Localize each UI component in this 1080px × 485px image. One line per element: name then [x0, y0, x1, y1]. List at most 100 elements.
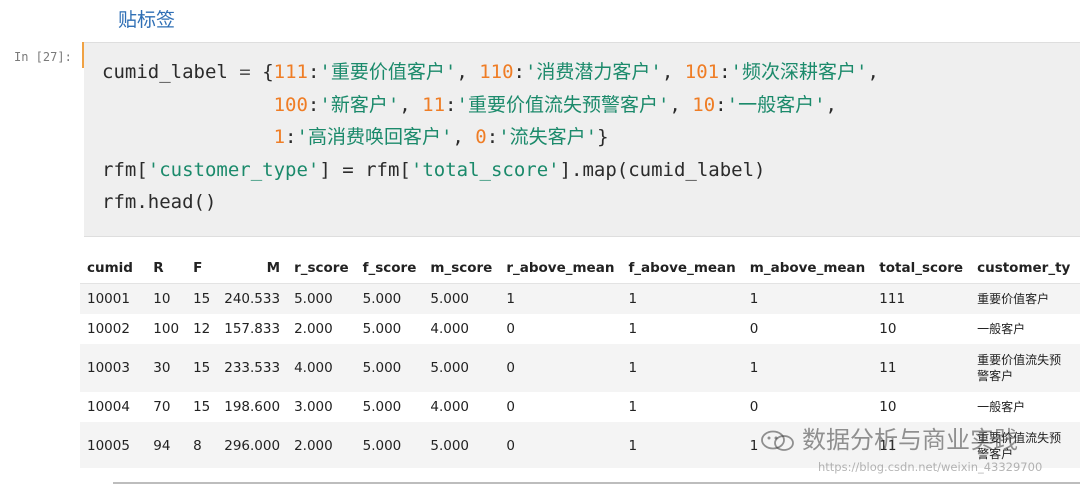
table-cell: 3.000 [294, 399, 333, 415]
table-cell: 10005 [80, 422, 147, 468]
table-row: 10003 30 15 233.533 4.000 5.000 5.000 0 … [80, 344, 1080, 392]
table-cell: 233.533 [217, 344, 288, 392]
table-cell: 1 [628, 321, 638, 337]
table-cell: 5.000 [423, 422, 500, 468]
code-number: 100 [273, 93, 308, 116]
code-number: 101 [684, 61, 720, 83]
column-header: R [146, 253, 187, 284]
table-cell: 10 [879, 399, 897, 415]
table-cell: 4.000 [430, 321, 470, 337]
table-cell: 1 [499, 283, 622, 314]
code-string: 'customer_type' [147, 158, 320, 181]
table-cell: 5.000 [355, 283, 424, 314]
table-cell: 0 [506, 321, 515, 337]
table-cell: 5.000 [362, 399, 402, 415]
column-header: total_score [872, 253, 971, 284]
code-string: '消费潜力客户' [524, 61, 662, 83]
column-header: m_score [423, 253, 500, 284]
table-cell: 重要价值客户 [970, 283, 1080, 314]
table-cell: 2.000 [287, 422, 356, 468]
table-cell: 1 [628, 399, 638, 415]
table-cell: 4.000 [430, 399, 470, 415]
column-header: customer_ty [970, 253, 1080, 284]
table-cell: 4.000 [287, 344, 356, 392]
table-cell: 240.533 [217, 283, 288, 314]
code-number: 110 [479, 61, 514, 83]
watermark-text: 数据分析与商业实践 [802, 426, 1018, 454]
column-header: cumid [80, 253, 147, 284]
code-number: 11 [422, 93, 446, 116]
table-cell: 5.000 [362, 321, 402, 337]
code-string: '新客户' [319, 93, 400, 116]
table-cell: 0 [506, 399, 515, 415]
column-header: f_score [355, 253, 424, 284]
table-cell: 1 [621, 344, 743, 392]
code-token: rfm[ [102, 158, 148, 181]
table-cell: 198.600 [224, 399, 281, 415]
table-cell: 10002 [87, 321, 130, 337]
divider [113, 482, 1080, 484]
column-header: r_score [287, 253, 356, 284]
column-header: f_above_mean [621, 253, 743, 284]
table-cell: 157.833 [224, 321, 281, 337]
table-row: 10004 70 15 198.600 3.000 5.000 4.000 0 … [80, 392, 1080, 422]
cell-prompt: In [27]: [14, 50, 72, 64]
code-string: '重要价值流失预警客户' [456, 93, 670, 116]
table-cell: 10001 [80, 283, 147, 314]
table-header-row: cumid R F M r_score f_score m_score r_ab… [80, 253, 1080, 284]
table-cell: 10 [879, 321, 897, 337]
table-cell: 重要价值流失预警客户 [970, 344, 1080, 392]
column-header: M [217, 253, 288, 284]
column-header: m_above_mean [742, 253, 873, 284]
watermark: 数据分析与商业实践 [760, 420, 1018, 455]
table-cell: 15 [186, 283, 218, 314]
code-number: 0 [475, 126, 487, 148]
code-string: '流失客户' [498, 126, 598, 148]
table-cell: 10 [146, 283, 187, 314]
code-token: = [239, 61, 251, 83]
table-cell: 10004 [87, 399, 130, 415]
table-cell: 1 [742, 283, 873, 314]
code-string: '频次深耕客户' [730, 61, 868, 83]
table-cell: 11 [872, 344, 971, 392]
table-cell: 0 [749, 399, 759, 415]
table-cell: 70 [153, 399, 171, 415]
table-cell: 5.000 [355, 344, 424, 392]
table-cell: 5.000 [355, 422, 424, 468]
code-token: ].map(cumid_label) [559, 158, 766, 181]
table-cell: 5.000 [423, 283, 500, 314]
table-cell: 15 [193, 399, 211, 415]
code-number: 1 [273, 126, 286, 148]
code-number: 10 [692, 93, 716, 116]
table-row: 10002 10 0 12 157.833 2.000 5.000 4.000 0… [80, 314, 1080, 344]
table-cell: 一般客户 [977, 322, 1026, 336]
code-string: '一般客户' [726, 93, 826, 116]
table-cell: 15 [186, 344, 218, 392]
code-string: 'total_score' [410, 158, 560, 181]
table-cell: 5.000 [287, 283, 356, 314]
table-cell: 296.000 [217, 422, 288, 468]
table-cell: 一般客户 [977, 400, 1026, 414]
code-editor[interactable]: cumid_label = {111:'重要价值客户', 110:'消费潜力客户… [102, 56, 879, 219]
table-cell: 8 [186, 422, 218, 468]
table-cell: 2.000 [294, 321, 333, 337]
wechat-icon [760, 430, 796, 452]
table-cell: 5.000 [423, 344, 500, 392]
table-cell: 0 [499, 422, 622, 468]
table-row: 10001 10 15 240.533 5.000 5.000 5.000 1 … [80, 283, 1080, 314]
code-token: ] = rfm[ [319, 158, 411, 181]
code-token: rfm.head() [102, 191, 217, 213]
table-cell: 1 [742, 344, 873, 392]
watermark-url: https://blog.csdn.net/weixin_43329700 [818, 460, 1043, 474]
table-cell: 12 [193, 321, 211, 337]
table-cell: 1 [621, 422, 743, 468]
section-heading: 贴标签 [118, 9, 176, 31]
table-cell: 111 [872, 283, 971, 314]
table-cell: 0 [749, 321, 759, 337]
code-string: '高消费唤回客户' [296, 126, 453, 148]
column-header: r_above_mean [499, 253, 622, 284]
code-number: 111 [273, 61, 308, 83]
code-token: cumid_label [102, 61, 228, 83]
column-header: F [186, 253, 218, 284]
table-cell: 94 [146, 422, 187, 468]
